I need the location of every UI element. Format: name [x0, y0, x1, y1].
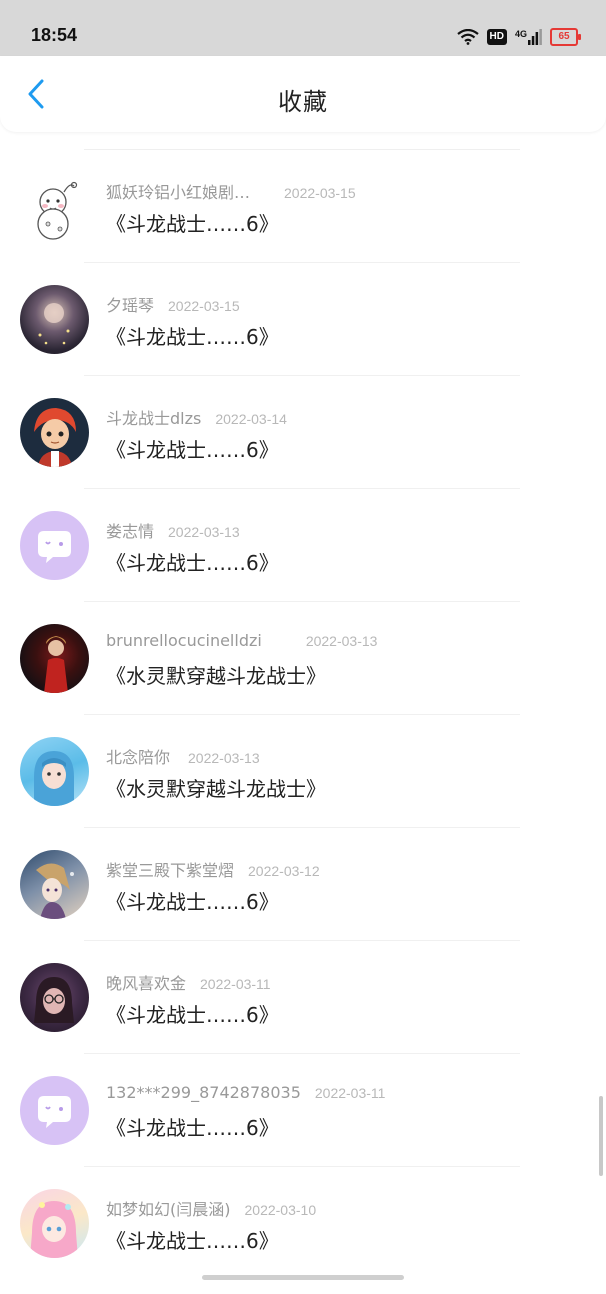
- item-title: 《斗龙战士……6》: [106, 325, 279, 349]
- divider: [84, 375, 520, 376]
- cartoon-snowman-avatar: [37, 181, 78, 240]
- item-user: brunrellocucinelldzi 2022-03-13: [106, 631, 378, 650]
- item-date: 2022-03-15: [284, 185, 356, 201]
- item-date: 2022-03-10: [244, 1202, 317, 1218]
- item-date: 2022-03-11: [200, 976, 271, 992]
- default-chat-avatar: [38, 531, 71, 563]
- status-icons: HD 4G 65: [456, 26, 581, 48]
- divider: [84, 827, 520, 828]
- cartoon-boy-avatar: [34, 408, 76, 467]
- item-date: 2022-03-13: [188, 750, 260, 766]
- item-title: 《斗龙战士……6》: [106, 890, 279, 914]
- item-user: 夕瑶琴 2022-03-15: [106, 296, 240, 315]
- list-item[interactable]: 夕瑶琴 2022-03-15 《斗龙战士……6》: [0, 277, 606, 390]
- header: 收藏: [0, 56, 606, 132]
- photo-avatar: [34, 751, 74, 806]
- home-indicator[interactable]: [202, 1275, 404, 1280]
- wifi-icon: [456, 29, 479, 45]
- divider: [84, 262, 520, 263]
- item-date: 2022-03-13: [305, 633, 378, 649]
- photo-avatar: [38, 303, 70, 345]
- avatar: [20, 1189, 89, 1258]
- avatar: [20, 511, 89, 580]
- item-date: 2022-03-14: [215, 411, 287, 427]
- avatar: [20, 624, 89, 693]
- avatar: [20, 963, 89, 1032]
- item-title: 《斗龙战士……6》: [106, 438, 279, 462]
- list-item[interactable]: 晚风喜欢金 2022-03-11 《斗龙战士……6》: [0, 955, 606, 1068]
- item-user: 晚风喜欢金 2022-03-11: [106, 974, 271, 993]
- item-user: 如梦如幻(闫晨涵) 2022-03-10: [106, 1200, 317, 1219]
- item-date: 2022-03-13: [168, 524, 240, 540]
- item-title: 《斗龙战士……6》: [106, 1229, 279, 1253]
- anime-avatar: [30, 1201, 78, 1258]
- list-item[interactable]: 斗龙战士dlzs 2022-03-14 《斗龙战士……6》: [0, 390, 606, 503]
- item-title: 《水灵默穿越斗龙战士》: [106, 664, 326, 688]
- avatar: [20, 285, 89, 354]
- item-title: 《斗龙战士……6》: [106, 212, 279, 236]
- page-title: 收藏: [278, 88, 328, 116]
- default-chat-avatar: [38, 1096, 71, 1128]
- item-user: 北念陪你 2022-03-13: [106, 748, 260, 767]
- hd-icon: HD: [486, 29, 507, 45]
- signal-4g-icon: 4G: [515, 29, 542, 45]
- divider: [84, 488, 520, 489]
- list-item[interactable]: 北念陪你 2022-03-13 《水灵默穿越斗龙战士》: [0, 729, 606, 842]
- list-item[interactable]: 狐妖玲铝小红娘剧… 2022-03-15 《斗龙战士……6》: [0, 164, 606, 277]
- list-item[interactable]: 娄志情 2022-03-13 《斗龙战士……6》: [0, 503, 606, 616]
- status-time: 18:54: [31, 25, 78, 45]
- item-date: 2022-03-11: [314, 1085, 386, 1101]
- divider: [84, 940, 520, 941]
- avatar: [20, 737, 89, 806]
- battery-icon: 65: [550, 28, 581, 46]
- list-item[interactable]: brunrellocucinelldzi 2022-03-13 《水灵默穿越斗龙战…: [0, 616, 606, 729]
- divider: [84, 601, 520, 602]
- anime-avatar: [36, 863, 74, 919]
- item-user: 斗龙战士dlzs 2022-03-14: [106, 409, 287, 428]
- item-title: 《斗龙战士……6》: [106, 1116, 279, 1140]
- item-user: 狐妖玲铝小红娘剧… 2022-03-15: [106, 183, 356, 202]
- list-item[interactable]: 132***299_8742878035 2022-03-11 《斗龙战士……6》: [0, 1068, 606, 1181]
- divider: [84, 1166, 520, 1167]
- item-title: 《斗龙战士……6》: [106, 1003, 279, 1027]
- divider: [84, 714, 520, 715]
- item-user: 紫堂三殿下紫堂熠 2022-03-12: [106, 861, 320, 880]
- scrollbar[interactable]: [599, 1096, 603, 1176]
- avatar: [20, 1076, 89, 1145]
- photo-avatar: [44, 636, 68, 693]
- divider: [84, 149, 520, 150]
- item-title: 《水灵默穿越斗龙战士》: [106, 777, 326, 801]
- photo-avatar: [34, 977, 74, 1023]
- item-date: 2022-03-15: [168, 298, 240, 314]
- item-user: 132***299_8742878035 2022-03-11: [106, 1083, 386, 1102]
- list-item[interactable]: 紫堂三殿下紫堂熠 2022-03-12 《斗龙战士……6》: [0, 842, 606, 955]
- item-user: 娄志情 2022-03-13: [106, 522, 240, 541]
- status-bar: 18:54 HD 4G 65: [0, 0, 606, 56]
- item-date: 2022-03-12: [248, 863, 320, 879]
- avatar: [20, 398, 89, 467]
- divider: [84, 1053, 520, 1054]
- avatar: [20, 172, 89, 241]
- avatar: [20, 850, 89, 919]
- item-title: 《斗龙战士……6》: [106, 551, 279, 575]
